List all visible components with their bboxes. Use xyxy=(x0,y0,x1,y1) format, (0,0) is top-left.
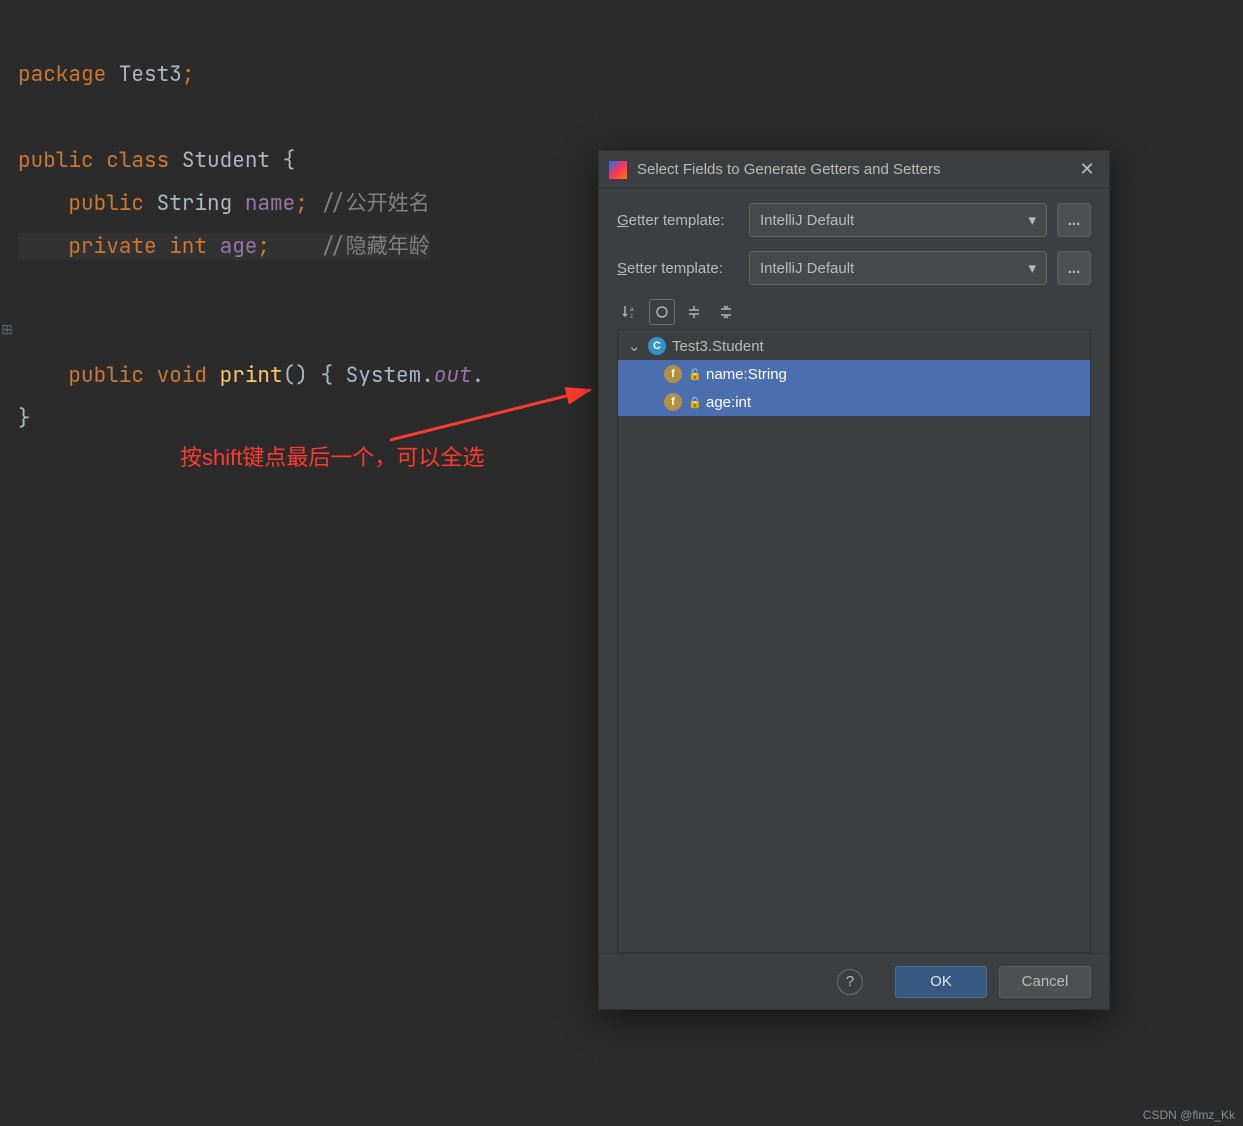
semicolon: ; xyxy=(182,61,195,88)
kw-public: public xyxy=(68,190,144,217)
kw-public: public xyxy=(68,362,144,389)
comment: //公开姓名 xyxy=(308,190,430,217)
setter-template-row: Setter template: IntelliJ Default ... xyxy=(617,251,1091,285)
type-int: int xyxy=(157,233,220,260)
getter-template-row: Getter template: IntelliJ Default ... xyxy=(617,203,1091,237)
parens: () xyxy=(283,362,308,389)
sort-alpha-icon[interactable]: az xyxy=(617,299,643,325)
collapse-all-icon[interactable] xyxy=(713,299,739,325)
kw-public: public xyxy=(18,147,94,174)
getter-template-value: IntelliJ Default xyxy=(760,212,854,229)
gutter-expand-icon[interactable]: ⊞ xyxy=(0,321,14,338)
dot: . xyxy=(472,362,485,389)
show-as-list-icon[interactable] xyxy=(649,299,675,325)
setter-template-combo[interactable]: IntelliJ Default xyxy=(749,251,1047,285)
getter-template-combo[interactable]: IntelliJ Default xyxy=(749,203,1047,237)
watermark: CSDN @flmz_Kk xyxy=(1143,1108,1235,1122)
pkg-name: Test3 xyxy=(106,61,182,88)
semicolon: ; xyxy=(295,190,308,217)
field-icon: f xyxy=(664,393,682,411)
annotation-text-1: 按shift键点最后一个，可以全选 xyxy=(180,440,484,472)
tree-toolbar: az xyxy=(617,299,1091,325)
indent xyxy=(18,233,68,260)
setter-template-label: Setter template: xyxy=(617,260,739,277)
out: out xyxy=(434,362,472,389)
method-print: print xyxy=(207,362,283,389)
system: System. xyxy=(346,362,434,389)
spacer xyxy=(270,233,320,260)
dialog-body: Getter template: IntelliJ Default ... Se… xyxy=(599,189,1109,953)
type-string: String xyxy=(144,190,245,217)
tree-field-label: name:String xyxy=(706,366,787,383)
class-icon: C xyxy=(648,337,666,355)
cancel-button[interactable]: Cancel xyxy=(999,966,1091,998)
help-button[interactable]: ? xyxy=(837,969,863,995)
kw-package: package xyxy=(18,61,106,88)
kw-void: void xyxy=(157,362,207,389)
kw-class: class xyxy=(106,147,169,174)
kw-private: private xyxy=(68,233,156,260)
ok-button[interactable]: OK xyxy=(895,966,987,998)
brace-open: { xyxy=(283,147,296,174)
comment: //隐藏年龄 xyxy=(320,233,429,260)
getter-template-label: Getter template: xyxy=(617,212,739,229)
dialog-titlebar[interactable]: Select Fields to Generate Getters and Se… xyxy=(599,151,1109,189)
intellij-logo-icon xyxy=(609,161,627,179)
svg-text:a: a xyxy=(630,307,634,313)
tree-field-row[interactable]: f 🔓 name:String xyxy=(618,360,1090,388)
dialog-title: Select Fields to Generate Getters and Se… xyxy=(637,161,941,178)
semicolon: ; xyxy=(257,233,270,260)
svg-text:z: z xyxy=(630,314,633,320)
chevron-down-icon[interactable]: ⌄ xyxy=(628,337,642,355)
tree-class-label: Test3.Student xyxy=(672,338,764,355)
dialog-footer: ? OK Cancel xyxy=(599,953,1109,1009)
indent xyxy=(18,190,68,217)
indent xyxy=(18,362,68,389)
brace: { xyxy=(308,362,346,389)
field-icon: f xyxy=(664,365,682,383)
tree-class-row[interactable]: ⌄ C Test3.Student xyxy=(618,332,1090,360)
getter-template-more-button[interactable]: ... xyxy=(1057,203,1091,237)
field-name: name xyxy=(245,190,295,217)
tree-field-row[interactable]: f 🔒 age:int xyxy=(618,388,1090,416)
setter-template-more-button[interactable]: ... xyxy=(1057,251,1091,285)
setter-template-value: IntelliJ Default xyxy=(760,260,854,277)
field-age: age xyxy=(220,233,258,260)
close-icon[interactable]: ✕ xyxy=(1075,159,1099,180)
brace-close: } xyxy=(18,405,31,432)
tree-field-label: age:int xyxy=(706,394,751,411)
lock-icon: 🔒 xyxy=(688,396,700,408)
unlock-icon: 🔓 xyxy=(688,368,700,380)
generate-getters-setters-dialog: Select Fields to Generate Getters and Se… xyxy=(598,150,1110,1010)
class-name: Student xyxy=(169,147,282,174)
expand-all-icon[interactable] xyxy=(681,299,707,325)
fields-tree[interactable]: ⌄ C Test3.Student f 🔓 name:String f 🔒 ag… xyxy=(617,329,1091,953)
